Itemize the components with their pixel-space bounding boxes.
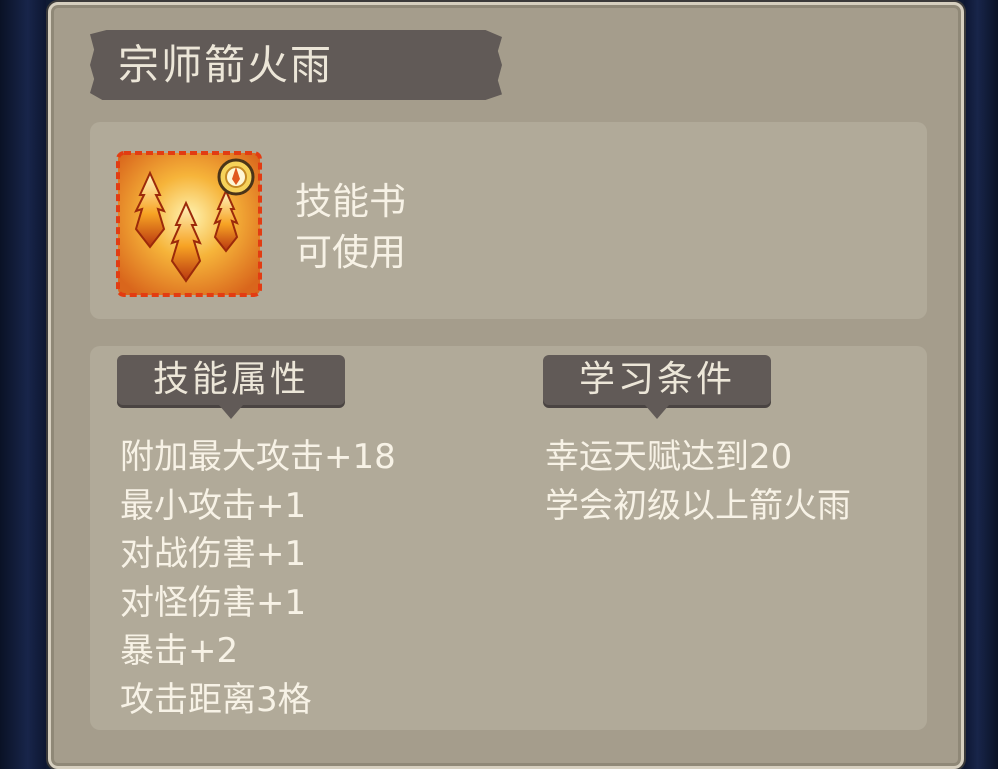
attribute-line: 攻击距离3格 — [120, 679, 312, 720]
item-usable-status: 可使用 — [295, 231, 406, 274]
fire-arrow-rain-skill-icon — [116, 151, 262, 297]
learning-requirements-header: 学习条件 — [543, 355, 771, 419]
item-type: 技能书 — [295, 180, 406, 223]
attribute-line: 最小攻击+1 — [120, 485, 307, 526]
skill-attributes-title: 技能属性 — [152, 359, 309, 400]
requirement-line: 幸运天赋达到20 — [545, 437, 793, 477]
attribute-line: 对怪伤害+1 — [120, 582, 307, 623]
item-name: 宗师箭火雨 — [118, 41, 333, 89]
attribute-line: 附加最大攻击+18 — [120, 437, 396, 477]
attribute-line: 暴击+2 — [120, 631, 239, 671]
skill-attributes-list: 附加最大攻击+18 最小攻击+1 对战伤害+1 对怪伤害+1 暴击+2 攻击距离… — [120, 433, 520, 724]
learning-requirements-list: 幸运天赋达到20 学会初级以上箭火雨 — [545, 433, 885, 530]
window-frame-right — [964, 0, 998, 769]
learning-requirements-title: 学习条件 — [578, 359, 735, 400]
skill-attributes-header: 技能属性 — [117, 355, 345, 419]
attribute-line: 对战伤害+1 — [120, 534, 307, 574]
window-frame-left — [0, 0, 46, 769]
requirement-line: 学会初级以上箭火雨 — [545, 485, 851, 526]
